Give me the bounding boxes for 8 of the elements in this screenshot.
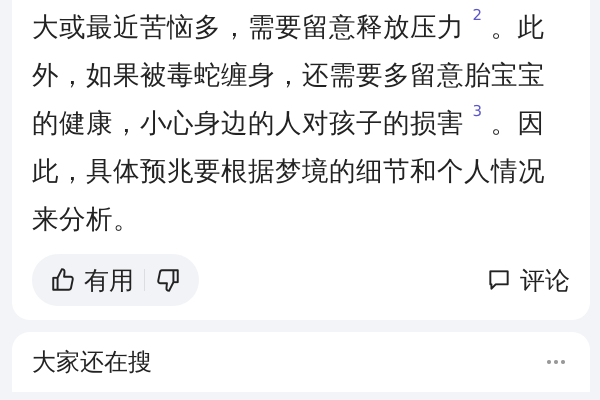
related-title: 大家还在搜 <box>32 347 152 378</box>
thumbs-up-icon <box>50 267 76 293</box>
thumbs-down-icon <box>155 267 181 293</box>
thumbs-down-button[interactable] <box>155 267 181 293</box>
comment-button[interactable]: 评论 <box>486 264 570 296</box>
answer-paragraph: 大或最近苦恼多，需要留意释放压力 $^{2}$ 。此外，如果被毒蛇缠身，还需要多留意胎宝宝的健康，小心身边的人对孩子的损害 $^{3}$ 。因此，具体预兆要根据梦境的细节和个人情况来分析。 <box>32 5 546 237</box>
more-icon <box>546 359 566 365</box>
useful-button[interactable]: 有用 <box>50 264 134 296</box>
